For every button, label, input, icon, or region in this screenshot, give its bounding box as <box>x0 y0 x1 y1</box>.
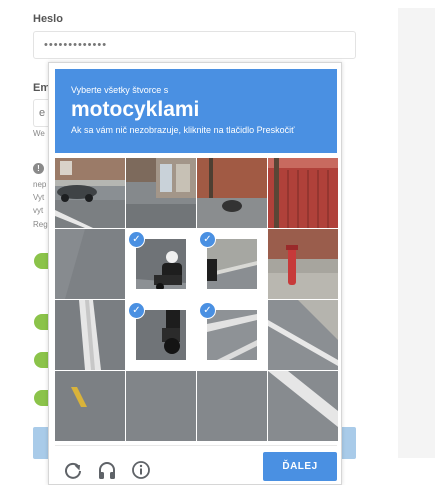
captcha-tile-1[interactable] <box>55 158 125 228</box>
next-button[interactable]: ĎALEJ <box>263 452 337 481</box>
captcha-header: Vyberte všetky štvorce s motocyklami Ak … <box>55 69 337 153</box>
side-panel <box>398 8 435 458</box>
password-label: Heslo <box>33 13 63 25</box>
headphones-icon[interactable] <box>97 460 117 480</box>
reload-icon[interactable] <box>63 460 83 480</box>
captcha-tile-7[interactable]: ✓ <box>197 229 267 299</box>
page: Heslo ••••••••••••• Em e We ! nep Vyt vy… <box>0 0 435 485</box>
tile-selected-check-icon: ✓ <box>199 231 216 248</box>
captcha-tile-13[interactable] <box>55 371 125 441</box>
captcha-tile-11[interactable]: ✓ <box>197 300 267 370</box>
captcha-skip-hint: Ak sa vám nič nezobrazuje, kliknite na t… <box>71 125 295 135</box>
captcha-tile-6[interactable]: ✓ <box>126 229 196 299</box>
captcha-tile-9[interactable] <box>55 300 125 370</box>
info-line-4: Reg <box>33 220 48 229</box>
captcha-tile-3[interactable] <box>197 158 267 228</box>
tile-selected-check-icon: ✓ <box>199 302 216 319</box>
captcha-tile-15[interactable] <box>197 371 267 441</box>
captcha-tile-2[interactable] <box>126 158 196 228</box>
captcha-tile-4[interactable] <box>268 158 338 228</box>
captcha-tile-8[interactable] <box>268 229 338 299</box>
captcha-tile-12[interactable] <box>268 300 338 370</box>
tile-selected-check-icon: ✓ <box>128 302 145 319</box>
captcha-dialog: Vyberte všetky štvorce s motocyklami Ak … <box>48 62 342 485</box>
captcha-instruction: Vyberte všetky štvorce s <box>71 85 169 95</box>
info-icon[interactable] <box>131 460 151 480</box>
captcha-tile-16[interactable] <box>268 371 338 441</box>
password-input[interactable]: ••••••••••••• <box>33 31 356 59</box>
captcha-tile-14[interactable] <box>126 371 196 441</box>
submit-button-right-edge[interactable] <box>340 427 356 459</box>
tile-selected-check-icon: ✓ <box>128 231 145 248</box>
email-label: Em <box>33 82 49 94</box>
info-line-2: Vyt <box>33 193 45 202</box>
captcha-footer-divider <box>55 445 337 446</box>
captcha-target-object: motocyklami <box>71 98 200 121</box>
captcha-image-grid: ✓ ✓ ✓ ✓ <box>55 158 338 441</box>
email-hint: We <box>33 129 45 138</box>
info-line-1: nep <box>33 180 47 189</box>
info-line-3: vyt <box>33 206 44 215</box>
captcha-tile-10[interactable]: ✓ <box>126 300 196 370</box>
info-icon-bg: ! <box>33 163 44 174</box>
captcha-tile-5[interactable] <box>55 229 125 299</box>
